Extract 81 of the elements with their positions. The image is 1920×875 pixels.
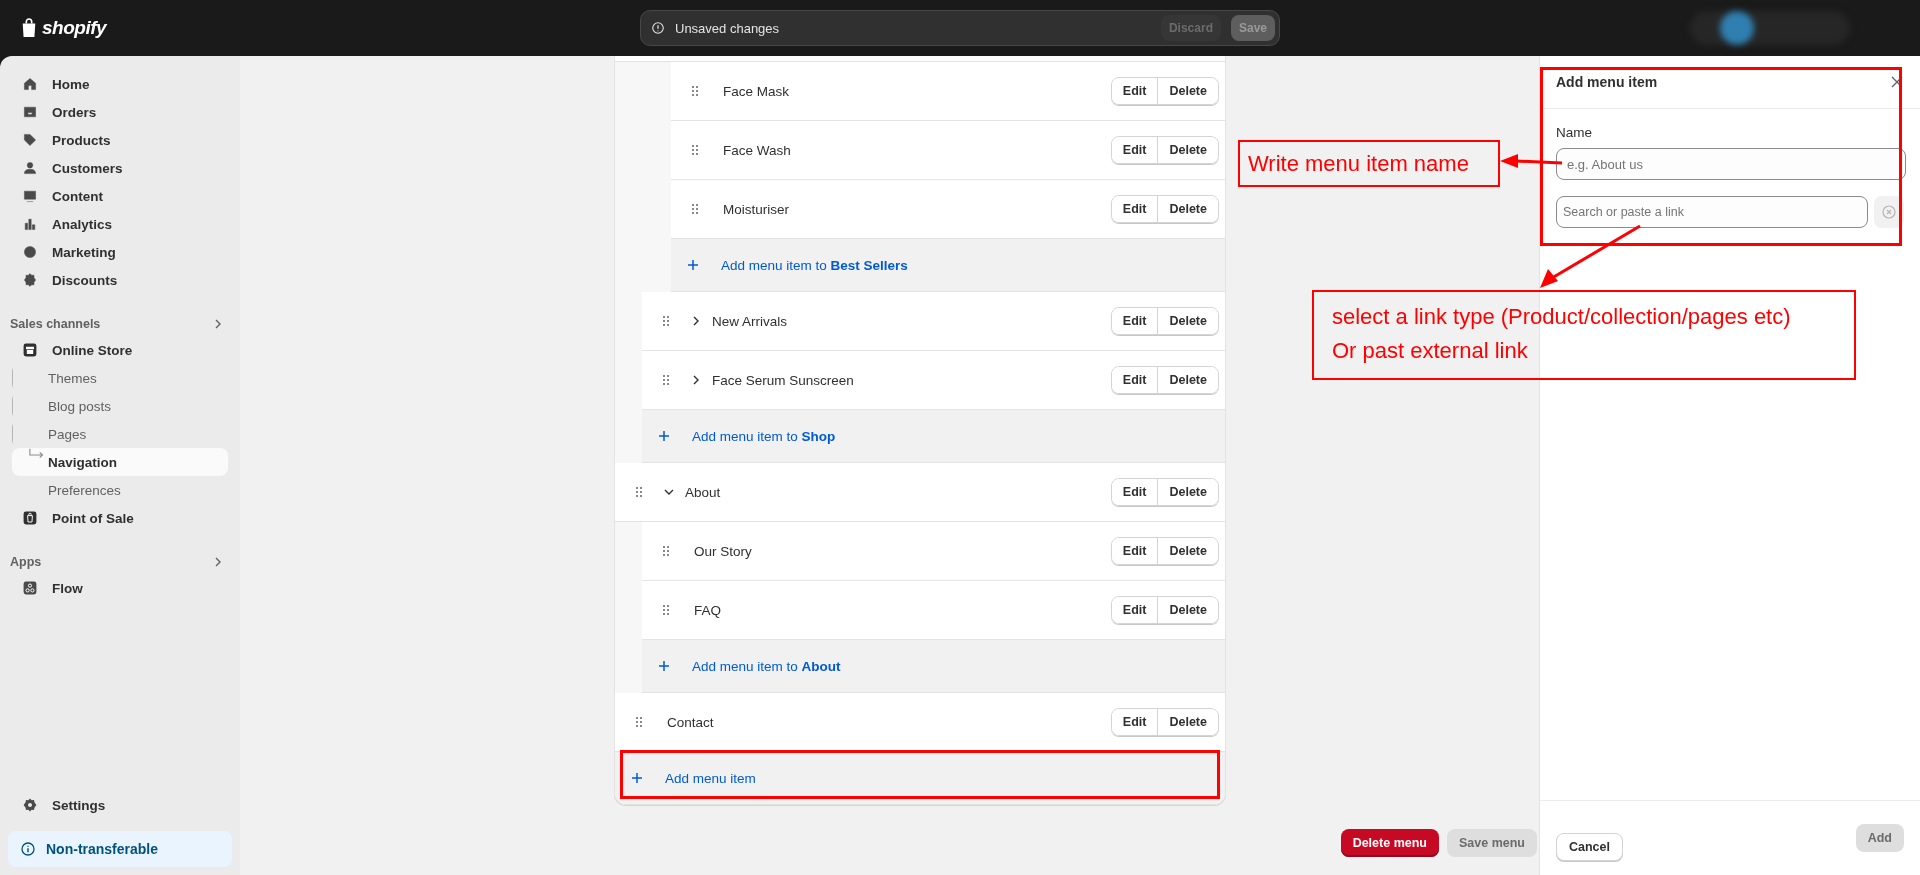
storefront-icon — [22, 342, 38, 358]
settings-icon — [22, 797, 38, 813]
brand-logo-text: shopify — [42, 17, 107, 39]
alert-icon — [651, 21, 665, 35]
menu-item-label: Face Mask — [723, 83, 791, 99]
sidebar-item[interactable]: Customers — [12, 154, 228, 182]
shopping-bag-icon — [22, 510, 38, 526]
drag-handle-icon[interactable] — [662, 604, 670, 616]
section-heading: Apps — [10, 555, 42, 569]
drag-handle-icon[interactable] — [691, 85, 699, 97]
plus-icon — [687, 259, 699, 271]
delete-menu-button[interactable]: Delete menu — [1340, 829, 1439, 857]
sidebar-subitem[interactable]: Navigation — [12, 448, 228, 476]
drag-handle-icon[interactable] — [662, 374, 670, 386]
menu-item-label: New Arrivals — [712, 313, 788, 329]
drag-handle-icon[interactable] — [662, 315, 670, 327]
sidebar-item[interactable]: Online Store — [12, 336, 228, 364]
image-icon — [22, 188, 38, 204]
delete-button[interactable]: Delete — [1157, 78, 1218, 104]
menu-item-label: Our Story — [694, 543, 753, 559]
sidebar-item[interactable]: Point of Sale — [12, 504, 228, 532]
flow-icon — [22, 580, 38, 596]
delete-button[interactable]: Delete — [1157, 538, 1218, 564]
person-icon — [22, 160, 38, 176]
link-search-field[interactable]: Search or paste a link — [1556, 196, 1868, 228]
drag-handle-icon[interactable] — [635, 716, 643, 728]
settings-link[interactable]: Settings — [12, 791, 228, 819]
sidebar-item[interactable]: Flow — [12, 574, 228, 602]
add-menu-item-link[interactable]: Add menu item to Best Sellers — [671, 239, 1225, 292]
clear-link-button[interactable] — [1874, 196, 1904, 228]
sidebar-subitem[interactable]: Pages — [12, 420, 228, 448]
badge-icon — [22, 272, 38, 288]
plus-icon — [658, 430, 670, 442]
info-icon — [20, 841, 36, 857]
sidebar-subitem[interactable]: Preferences — [12, 476, 228, 504]
delete-button[interactable]: Delete — [1157, 367, 1218, 393]
menu-item-label: Moisturiser — [723, 201, 790, 217]
annotation-text: Write menu item name — [1248, 150, 1469, 177]
plus-icon — [631, 772, 643, 784]
clear-icon — [1882, 205, 1896, 219]
delete-button[interactable]: Delete — [1157, 597, 1218, 623]
menu-item-label: Contact — [667, 714, 715, 730]
unsaved-changes-text: Unsaved changes — [675, 20, 781, 36]
name-input-field[interactable]: e.g. About us — [1556, 148, 1906, 180]
cancel-button[interactable]: Cancel — [1556, 833, 1623, 861]
sidebar-item[interactable]: Products — [12, 126, 228, 154]
inbox-icon — [22, 104, 38, 120]
shopping-bag-icon — [20, 17, 38, 39]
menu-item-label: Face Wash — [723, 142, 792, 158]
delete-button[interactable]: Delete — [1157, 137, 1218, 163]
drag-handle-icon[interactable] — [662, 545, 670, 557]
sidebar-item[interactable]: Analytics — [12, 210, 228, 238]
menu-item-label: About — [685, 484, 722, 500]
bar-chart-icon — [22, 216, 38, 232]
delete-button[interactable]: Delete — [1157, 196, 1218, 222]
drag-handle-icon[interactable] — [691, 144, 699, 156]
sidebar-item[interactable]: Content — [12, 182, 228, 210]
delete-button[interactable]: Delete — [1157, 709, 1218, 735]
annotation-text: Or past external link — [1332, 337, 1528, 365]
plan-badge-text: Non-transferable — [46, 841, 159, 857]
plus-icon — [658, 660, 670, 672]
menu-item-label: FAQ — [694, 602, 722, 618]
drag-handle-icon[interactable] — [635, 486, 643, 498]
sidebar-item[interactable]: Orders — [12, 98, 228, 126]
sidebar-subitem[interactable]: Blog posts — [12, 392, 228, 420]
field-label: Name — [1556, 125, 1593, 140]
delete-button[interactable]: Delete — [1157, 308, 1218, 334]
add-menu-item-link[interactable]: Add menu item to About — [642, 640, 1225, 693]
section-heading: Sales channels — [10, 317, 101, 331]
home-icon — [22, 76, 38, 92]
menu-item-label: Face Serum Sunscreen — [712, 372, 855, 388]
delete-button[interactable]: Delete — [1157, 479, 1218, 505]
tag-icon — [22, 132, 38, 148]
sidebar-subitem[interactable]: Themes — [12, 364, 228, 392]
sidebar-item[interactable]: Marketing — [12, 238, 228, 266]
add-menu-item-link[interactable]: Add menu item to Shop — [642, 410, 1225, 463]
annotation-text: select a link type (Product/collection/pages etc) — [1332, 303, 1791, 331]
sidebar-item[interactable]: Discounts — [12, 266, 228, 294]
panel-title: Add menu item — [1556, 74, 1658, 90]
drag-handle-icon[interactable] — [691, 203, 699, 215]
sidebar-item[interactable]: Home — [12, 70, 228, 98]
